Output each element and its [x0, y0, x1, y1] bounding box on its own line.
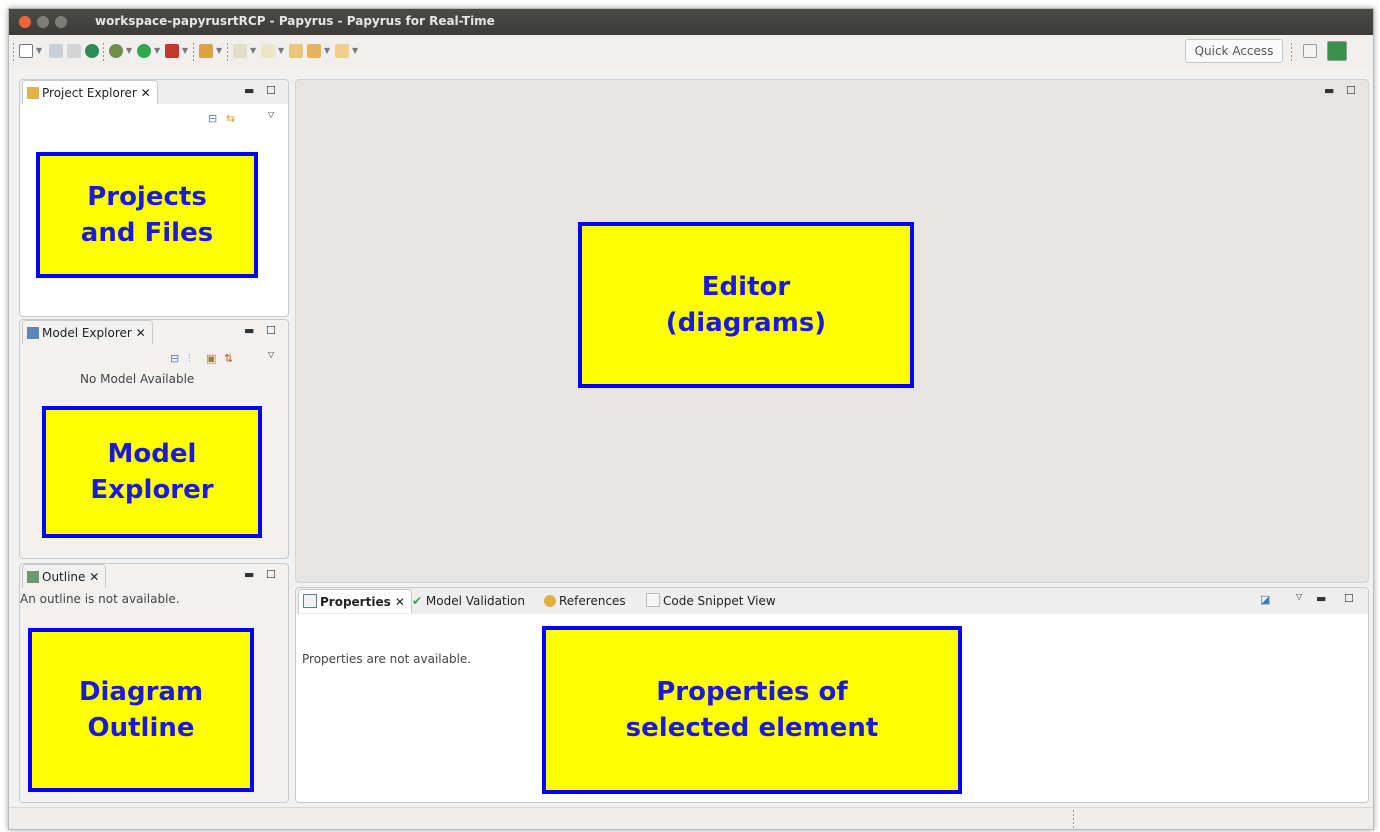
- references-tab-label: References: [559, 594, 626, 608]
- editor-maximize-icon[interactable]: ☐: [1346, 84, 1356, 97]
- outline-icon: [27, 571, 39, 583]
- save-all-icon[interactable]: [67, 44, 81, 58]
- view-menu-icon[interactable]: ▽: [1296, 592, 1302, 601]
- save-icon[interactable]: [49, 44, 63, 58]
- tab-references[interactable]: References: [544, 589, 626, 613]
- properties-callout: Properties of selected element: [542, 626, 962, 794]
- close-tab-icon[interactable]: ✕: [395, 595, 405, 609]
- run-icon[interactable]: [137, 44, 151, 58]
- toolbar-separator: [193, 43, 194, 61]
- pin-icon[interactable]: ◪: [1260, 593, 1270, 606]
- forward-dropdown-icon[interactable]: ▼: [352, 46, 358, 55]
- application-window: workspace-papyrusrtRCP - Papyrus - Papyr…: [8, 8, 1374, 830]
- back-dropdown-icon[interactable]: ▼: [324, 46, 330, 55]
- outline-empty-label: An outline is not available.: [20, 592, 180, 606]
- view-menu-icon[interactable]: ▽: [268, 110, 274, 119]
- papyrus-icon[interactable]: [85, 44, 99, 58]
- checkmark-icon: ✔: [412, 594, 423, 608]
- quick-access-field[interactable]: Quick Access: [1185, 39, 1283, 63]
- code-snippet-tab-label: Code Snippet View: [663, 594, 776, 608]
- editor-area[interactable]: ▬ ☐ Editor (diagrams): [295, 79, 1369, 583]
- code-snippet-icon: [646, 593, 660, 607]
- status-separator: [1073, 810, 1074, 828]
- tab-project-explorer[interactable]: Project Explorer ✕: [22, 80, 158, 104]
- new-dropdown-icon[interactable]: ▼: [36, 46, 42, 55]
- prev-edit-icon[interactable]: [289, 44, 303, 58]
- maximize-icon[interactable]: ☐: [266, 568, 276, 581]
- pen-dropdown-icon[interactable]: ▼: [216, 46, 222, 55]
- maximize-icon[interactable]: ☐: [266, 84, 276, 97]
- minimize-icon[interactable]: ▬: [244, 568, 254, 581]
- collapse-all-icon[interactable]: ⊟: [208, 112, 217, 125]
- tab-properties[interactable]: Properties ✕: [298, 589, 412, 613]
- close-window-button[interactable]: [19, 16, 31, 28]
- link-with-editor-icon[interactable]: ⇆: [226, 112, 235, 125]
- open-perspective-icon[interactable]: [1303, 44, 1317, 58]
- model-explorer-icon: [27, 327, 39, 339]
- pen-icon[interactable]: [199, 44, 213, 58]
- toolbar-grip: [13, 43, 14, 61]
- sort-icon[interactable]: ⇅: [224, 352, 233, 365]
- properties-empty-label: Properties are not available.: [302, 652, 472, 666]
- run-dropdown-icon[interactable]: ▼: [154, 46, 160, 55]
- minimize-window-button[interactable]: [37, 16, 49, 28]
- close-tab-icon[interactable]: ✕: [136, 326, 146, 340]
- no-model-label: No Model Available: [80, 372, 195, 386]
- next-annotation-dropdown-icon[interactable]: ▼: [278, 46, 284, 55]
- title-bar: workspace-papyrusrtRCP - Papyrus - Papyr…: [9, 9, 1373, 35]
- external-tools-icon[interactable]: [165, 44, 179, 58]
- properties-icon: [303, 594, 317, 608]
- external-tools-dropdown-icon[interactable]: ▼: [182, 46, 188, 55]
- main-toolbar: ▼ ▼ ▼ ▼ ▼ ▼ ▼ ▼ ▼ Quick Access: [9, 35, 1373, 69]
- toolbar-separator: [103, 43, 104, 61]
- tab-model-validation[interactable]: ✔ Model Validation: [412, 589, 525, 613]
- folder-icon: [27, 87, 39, 99]
- project-explorer-panel: Project Explorer ✕ ▬ ☐ ⊟ ⇆ ▽ Projects an…: [19, 79, 289, 317]
- filter-icon[interactable]: ⫶: [188, 352, 191, 366]
- outline-tab-label: Outline: [42, 570, 86, 584]
- minimize-icon[interactable]: ▬: [244, 324, 254, 337]
- annotation-dropdown-icon[interactable]: ▼: [250, 46, 256, 55]
- debug-icon[interactable]: [109, 44, 123, 58]
- outline-panel: Outline ✕ ▬ ☐ An outline is not availabl…: [19, 563, 289, 803]
- status-bar: [9, 807, 1373, 829]
- properties-tab-label: Properties: [320, 595, 391, 609]
- maximize-window-button[interactable]: [55, 16, 67, 28]
- references-icon: [544, 595, 556, 607]
- minimize-icon[interactable]: ▬: [244, 84, 254, 97]
- projects-and-files-callout: Projects and Files: [36, 152, 258, 278]
- diagram-outline-callout: Diagram Outline: [28, 628, 254, 792]
- model-explorer-panel: Model Explorer ✕ ▬ ☐ ⊟ ⫶ ▣ ⇅ ▽ No Model …: [19, 319, 289, 559]
- collapse-all-icon[interactable]: ⊟: [170, 352, 179, 365]
- properties-panel: Properties ✕ ✔ Model Validation Referenc…: [295, 587, 1369, 803]
- tab-outline[interactable]: Outline ✕: [22, 564, 107, 588]
- papyrus-perspective-icon[interactable]: [1327, 41, 1347, 61]
- maximize-icon[interactable]: ☐: [266, 324, 276, 337]
- view-menu-icon[interactable]: ▽: [268, 350, 274, 359]
- customize-icon[interactable]: ▣: [206, 352, 216, 365]
- next-annotation-icon[interactable]: [261, 44, 275, 58]
- model-explorer-callout: Model Explorer: [42, 406, 262, 538]
- minimize-icon[interactable]: ▬: [1316, 592, 1326, 605]
- toolbar-separator: [1291, 43, 1292, 61]
- new-icon[interactable]: [19, 44, 33, 58]
- model-explorer-tab-label: Model Explorer: [42, 326, 132, 340]
- editor-callout: Editor (diagrams): [578, 222, 914, 388]
- toolbar-separator: [227, 43, 228, 61]
- annotation-icon[interactable]: [233, 44, 247, 58]
- tab-model-explorer[interactable]: Model Explorer ✕: [22, 320, 153, 344]
- maximize-icon[interactable]: ☐: [1344, 592, 1354, 605]
- close-tab-icon[interactable]: ✕: [89, 570, 99, 584]
- debug-dropdown-icon[interactable]: ▼: [126, 46, 132, 55]
- tab-code-snippet-view[interactable]: Code Snippet View: [646, 589, 776, 613]
- editor-minimize-icon[interactable]: ▬: [1324, 84, 1334, 97]
- project-explorer-tab-label: Project Explorer: [42, 86, 137, 100]
- model-validation-tab-label: Model Validation: [425, 594, 525, 608]
- window-title: workspace-papyrusrtRCP - Papyrus - Papyr…: [95, 14, 495, 28]
- forward-icon[interactable]: [335, 44, 349, 58]
- close-tab-icon[interactable]: ✕: [141, 86, 151, 100]
- back-icon[interactable]: [307, 44, 321, 58]
